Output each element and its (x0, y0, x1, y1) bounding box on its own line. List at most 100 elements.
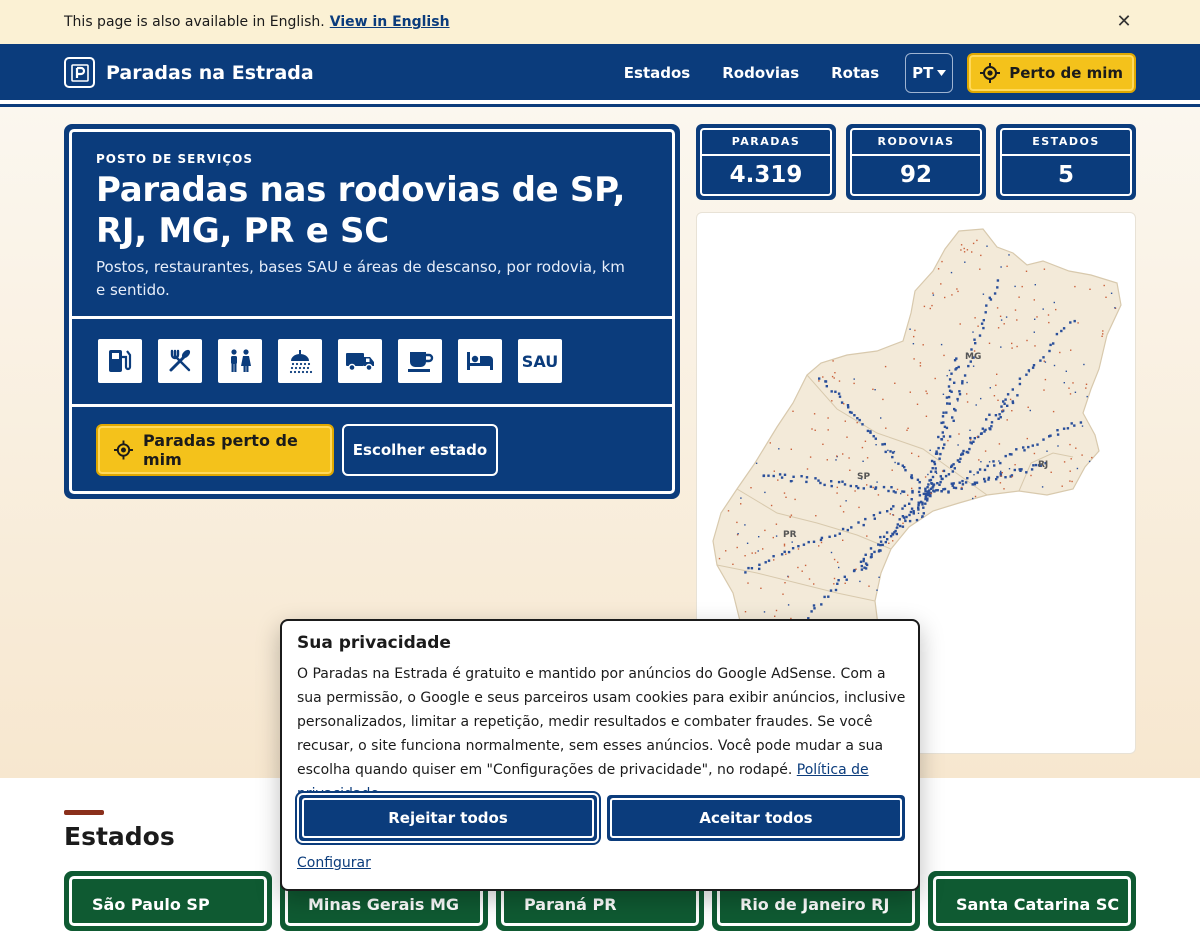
stop-marker (925, 493, 929, 497)
near-me-button[interactable]: Perto de mim (967, 53, 1136, 93)
stop-marker (955, 367, 958, 370)
stop-marker (1003, 488, 1005, 490)
stop-marker (1088, 460, 1091, 463)
stop-marker (892, 540, 894, 542)
stop-marker (727, 510, 730, 512)
stop-marker (984, 311, 987, 314)
stop-marker (992, 460, 995, 463)
stop-marker (889, 450, 892, 453)
stop-marker (830, 480, 833, 483)
stop-marker (1013, 468, 1016, 472)
stop-marker (783, 543, 786, 545)
state-card-sp[interactable]: São Paulo SP (64, 871, 272, 931)
stop-marker (901, 464, 904, 467)
nav-rodovias[interactable]: Rodovias (722, 64, 799, 82)
stop-marker (977, 325, 979, 327)
brand-link[interactable]: Paradas na Estrada (64, 57, 314, 88)
stop-marker (922, 506, 925, 509)
stop-marker (935, 450, 938, 453)
stop-marker (908, 519, 912, 523)
map-label-sp: SP (857, 472, 870, 482)
stop-marker (1014, 285, 1016, 288)
stop-marker (930, 459, 934, 463)
stop-marker (969, 429, 971, 431)
stop-marker (758, 536, 760, 538)
nav-estados[interactable]: Estados (624, 64, 690, 82)
stop-marker (888, 542, 890, 544)
stop-marker (927, 483, 930, 486)
stop-marker (1036, 316, 1038, 318)
stop-marker (1052, 342, 1055, 345)
stop-marker (847, 406, 850, 409)
chevron-down-icon (937, 70, 947, 76)
stop-marker (860, 564, 863, 568)
stop-marker (1060, 329, 1063, 333)
stop-marker (983, 468, 987, 472)
stop-marker (1000, 475, 1002, 477)
stop-marker (773, 470, 775, 472)
stop-marker (951, 470, 954, 473)
stop-marker (922, 492, 925, 496)
stop-marker (830, 390, 833, 393)
stop-marker (895, 527, 897, 529)
stop-marker (947, 473, 951, 476)
stop-marker (844, 582, 846, 584)
stop-marker (1050, 471, 1052, 473)
stop-marker (775, 535, 778, 537)
stop-marker (834, 372, 836, 374)
stop-marker (1027, 406, 1029, 408)
stop-marker (884, 365, 887, 368)
stop-marker (1018, 382, 1022, 386)
stop-marker (901, 525, 905, 528)
stop-marker (818, 377, 821, 380)
stop-marker (775, 523, 778, 525)
choose-state-button[interactable]: Escolher estado (342, 424, 498, 476)
view-in-english-link[interactable]: View in English (330, 14, 450, 30)
stop-marker (930, 492, 932, 495)
stop-marker (1042, 308, 1044, 310)
language-select[interactable]: PT (905, 53, 954, 93)
stop-marker (869, 547, 873, 550)
stops-near-me-label: Paradas perto de mim (142, 431, 298, 469)
stop-marker (943, 354, 945, 357)
state-card-sc[interactable]: Santa Catarina SC (928, 871, 1136, 931)
stop-marker (891, 469, 893, 471)
stat-value: 4.319 (729, 162, 803, 188)
stop-marker (917, 490, 921, 494)
stop-marker (1034, 463, 1038, 467)
stop-marker (934, 470, 937, 473)
stop-marker (926, 499, 929, 502)
accept-all-button[interactable]: Aceitar todos (607, 795, 905, 841)
stop-marker (780, 553, 784, 556)
stop-marker (818, 380, 820, 382)
stop-marker (869, 556, 873, 559)
stop-marker (940, 343, 943, 346)
close-icon[interactable]: ✕ (1112, 10, 1136, 34)
stop-marker (1032, 364, 1036, 367)
configure-link[interactable]: Configurar (297, 855, 371, 871)
stop-marker (833, 577, 836, 580)
stop-marker (989, 387, 991, 389)
stop-marker (964, 481, 968, 484)
stop-marker (784, 582, 786, 584)
section-accent-bar (64, 810, 104, 815)
stop-marker (1022, 446, 1025, 449)
stop-marker (1000, 470, 1002, 473)
stat-rodovias: RODOVIAS 92 (846, 124, 986, 200)
stop-marker (783, 550, 786, 553)
stop-marker (1034, 345, 1036, 347)
stop-marker (911, 452, 913, 454)
stop-marker (924, 502, 927, 505)
reject-all-button[interactable]: Rejeitar todos (299, 795, 597, 841)
stop-marker (863, 566, 866, 569)
stop-marker (785, 496, 787, 498)
stop-marker (805, 480, 808, 484)
stops-near-me-button[interactable]: Paradas perto de mim (96, 424, 334, 476)
stop-marker (1070, 422, 1073, 425)
stop-marker (1069, 470, 1071, 472)
stop-marker (834, 534, 837, 537)
stop-marker (874, 487, 877, 490)
stop-marker (877, 550, 881, 553)
stop-marker (969, 441, 972, 444)
nav-rotas[interactable]: Rotas (831, 64, 879, 82)
